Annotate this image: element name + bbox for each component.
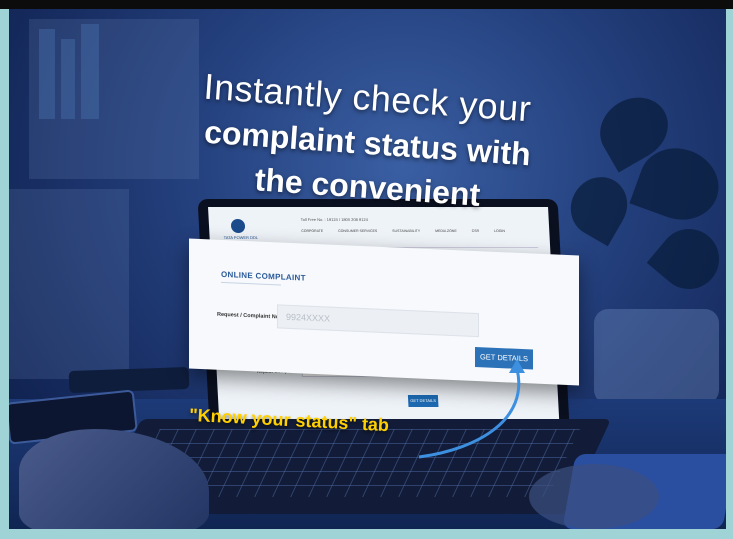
promo-photo: TATA POWER DDL Toll Free No. : 19124 / 1…	[9, 9, 726, 529]
top-bar	[0, 0, 733, 9]
image-frame: TATA POWER DDL Toll Free No. : 19124 / 1…	[0, 0, 733, 539]
callout-arrow	[418, 359, 525, 459]
